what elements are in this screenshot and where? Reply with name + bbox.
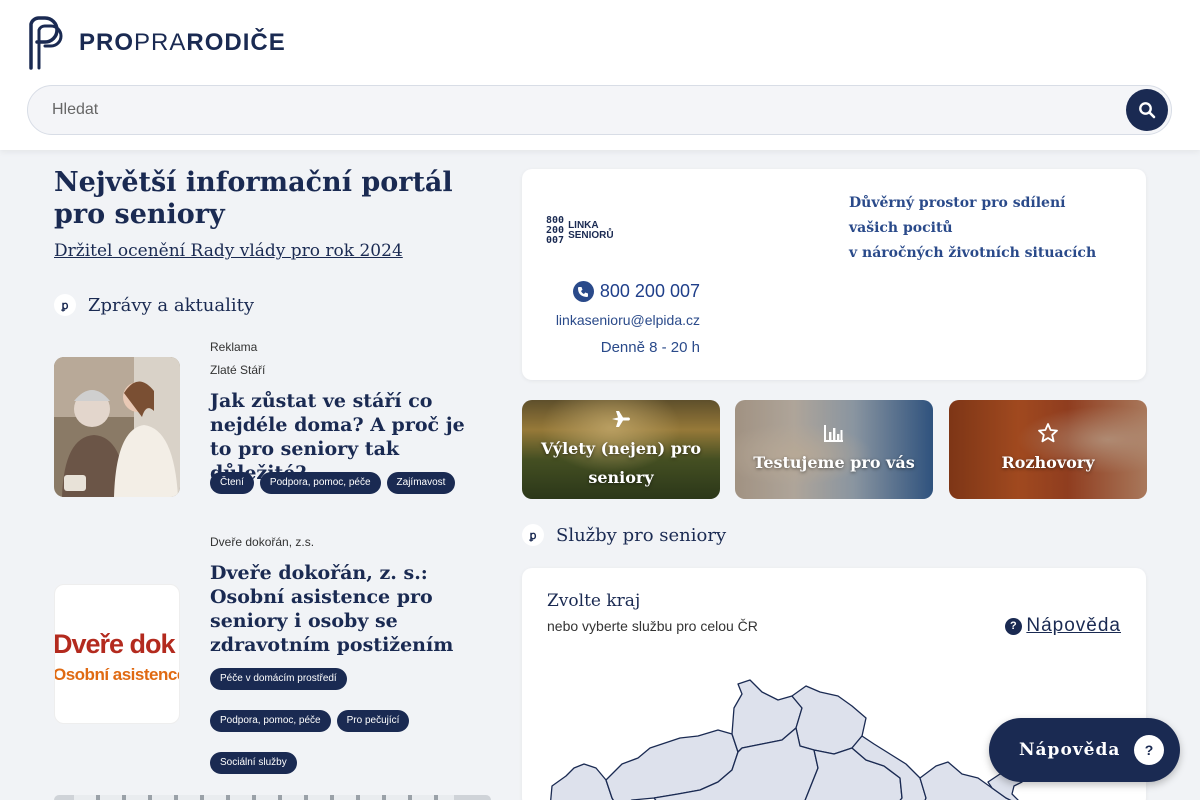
linka-description: Důvěrný prostor pro sdílení vašich pocit… bbox=[849, 195, 1097, 261]
linka-senioru-card[interactable]: 800 200 007 LINKA SENIORŮ 800 200 007 li… bbox=[522, 169, 1146, 380]
pp-logo-icon bbox=[29, 16, 63, 70]
phone-link[interactable]: 800 200 007 bbox=[572, 281, 700, 302]
page-title: Největší informační portál pro seniory bbox=[54, 167, 453, 230]
opening-hours: Denně 8 - 20 h bbox=[600, 339, 700, 356]
search-bar bbox=[27, 85, 1172, 135]
tile-label: Výlety (nejen) pro seniory bbox=[541, 438, 701, 487]
list-item[interactable]: Dveře dok Osobní asistence Dveře dokořán… bbox=[54, 533, 494, 774]
pp-logo-icon: ꝑ bbox=[54, 294, 76, 316]
bar-chart-icon bbox=[824, 425, 843, 442]
tile-label: Testujeme pro vás bbox=[753, 453, 915, 472]
tile-label: Rozhovory bbox=[1001, 453, 1095, 472]
tile-rozhovory[interactable]: Rozhovory bbox=[949, 400, 1147, 499]
linka-senioru-logo: 800 200 007 LINKA SENIORŮ bbox=[546, 216, 614, 246]
tag-chip[interactable]: Péče v domácím prostředí bbox=[210, 668, 347, 690]
article-title[interactable]: Dveře dokořán, z. s.: Osobní asistence p… bbox=[210, 561, 490, 657]
thumb-text-line1: Dveře dok bbox=[54, 629, 176, 659]
search-icon bbox=[1139, 102, 1156, 119]
article-source: Zlaté Stáří bbox=[210, 363, 266, 377]
article-tags: Čtení Podpora, pomoc, péče Zajímavost bbox=[210, 472, 490, 494]
article-thumbnail[interactable] bbox=[54, 357, 180, 497]
search-input[interactable] bbox=[52, 86, 1112, 134]
tag-chip[interactable]: Čtení bbox=[210, 472, 254, 494]
email-link[interactable]: linkasenioru@elpida.cz bbox=[556, 312, 700, 328]
search-button[interactable] bbox=[1126, 89, 1168, 131]
article-title[interactable]: Jak zůstat ve stáří co nejdéle doma? A p… bbox=[210, 389, 490, 485]
article-tags: Péče v domácím prostředí Podpora, pomoc,… bbox=[210, 668, 490, 774]
site-header: PROPRARODIČE bbox=[0, 0, 1200, 150]
star-icon bbox=[1038, 423, 1058, 443]
phone-number: 800 200 007 bbox=[599, 281, 700, 301]
award-link[interactable]: Držitel ocenění Rady vlády pro rok 2024 bbox=[54, 241, 403, 261]
tag-chip[interactable]: Zajímavost bbox=[386, 472, 456, 494]
list-item[interactable]: Reklama Zlaté Stáří Jak zůstat ve stáří … bbox=[54, 338, 494, 508]
tag-chip[interactable]: Podpora, pomoc, péče bbox=[210, 710, 331, 732]
tag-chip[interactable]: Podpora, pomoc, péče bbox=[259, 472, 381, 494]
site-logo[interactable]: PROPRARODIČE bbox=[27, 16, 286, 70]
tag-chip[interactable]: Sociální služby bbox=[210, 752, 297, 774]
question-icon: ? bbox=[1134, 735, 1164, 765]
services-section-title: Služby pro seniory bbox=[556, 524, 727, 546]
article-source: Dveře dokořán, z.s. bbox=[210, 535, 315, 549]
tile-vylety[interactable]: Výlety (nejen) pro seniory bbox=[522, 400, 720, 499]
article-thumbnail-partial[interactable] bbox=[54, 795, 491, 800]
tile-testujeme[interactable]: Testujeme pro vás bbox=[735, 400, 933, 499]
floating-help-button[interactable]: Nápověda ? bbox=[989, 718, 1180, 782]
article-thumbnail[interactable]: Dveře dok Osobní asistence bbox=[54, 584, 180, 724]
thumb-text-line2: Osobní asistence bbox=[54, 665, 180, 684]
pp-logo-icon: ꝑ bbox=[522, 524, 544, 546]
phone-icon bbox=[572, 281, 594, 302]
floating-help-label: Nápověda bbox=[1019, 740, 1121, 760]
services-section-heading: ꝑ Služby pro seniory bbox=[522, 524, 726, 546]
article-label: Reklama bbox=[210, 340, 258, 354]
plane-icon bbox=[612, 410, 630, 427]
tag-chip[interactable]: Pro pečující bbox=[336, 710, 410, 732]
logo-name: LINKA SENIORŮ bbox=[568, 220, 614, 241]
logo-wordmark: PROPRARODIČE bbox=[79, 29, 286, 56]
news-section-title: Zprávy a aktuality bbox=[88, 294, 254, 316]
logo-numbers: 800 200 007 bbox=[546, 215, 565, 246]
news-section-heading: ꝑ Zprávy a aktuality bbox=[54, 294, 254, 316]
